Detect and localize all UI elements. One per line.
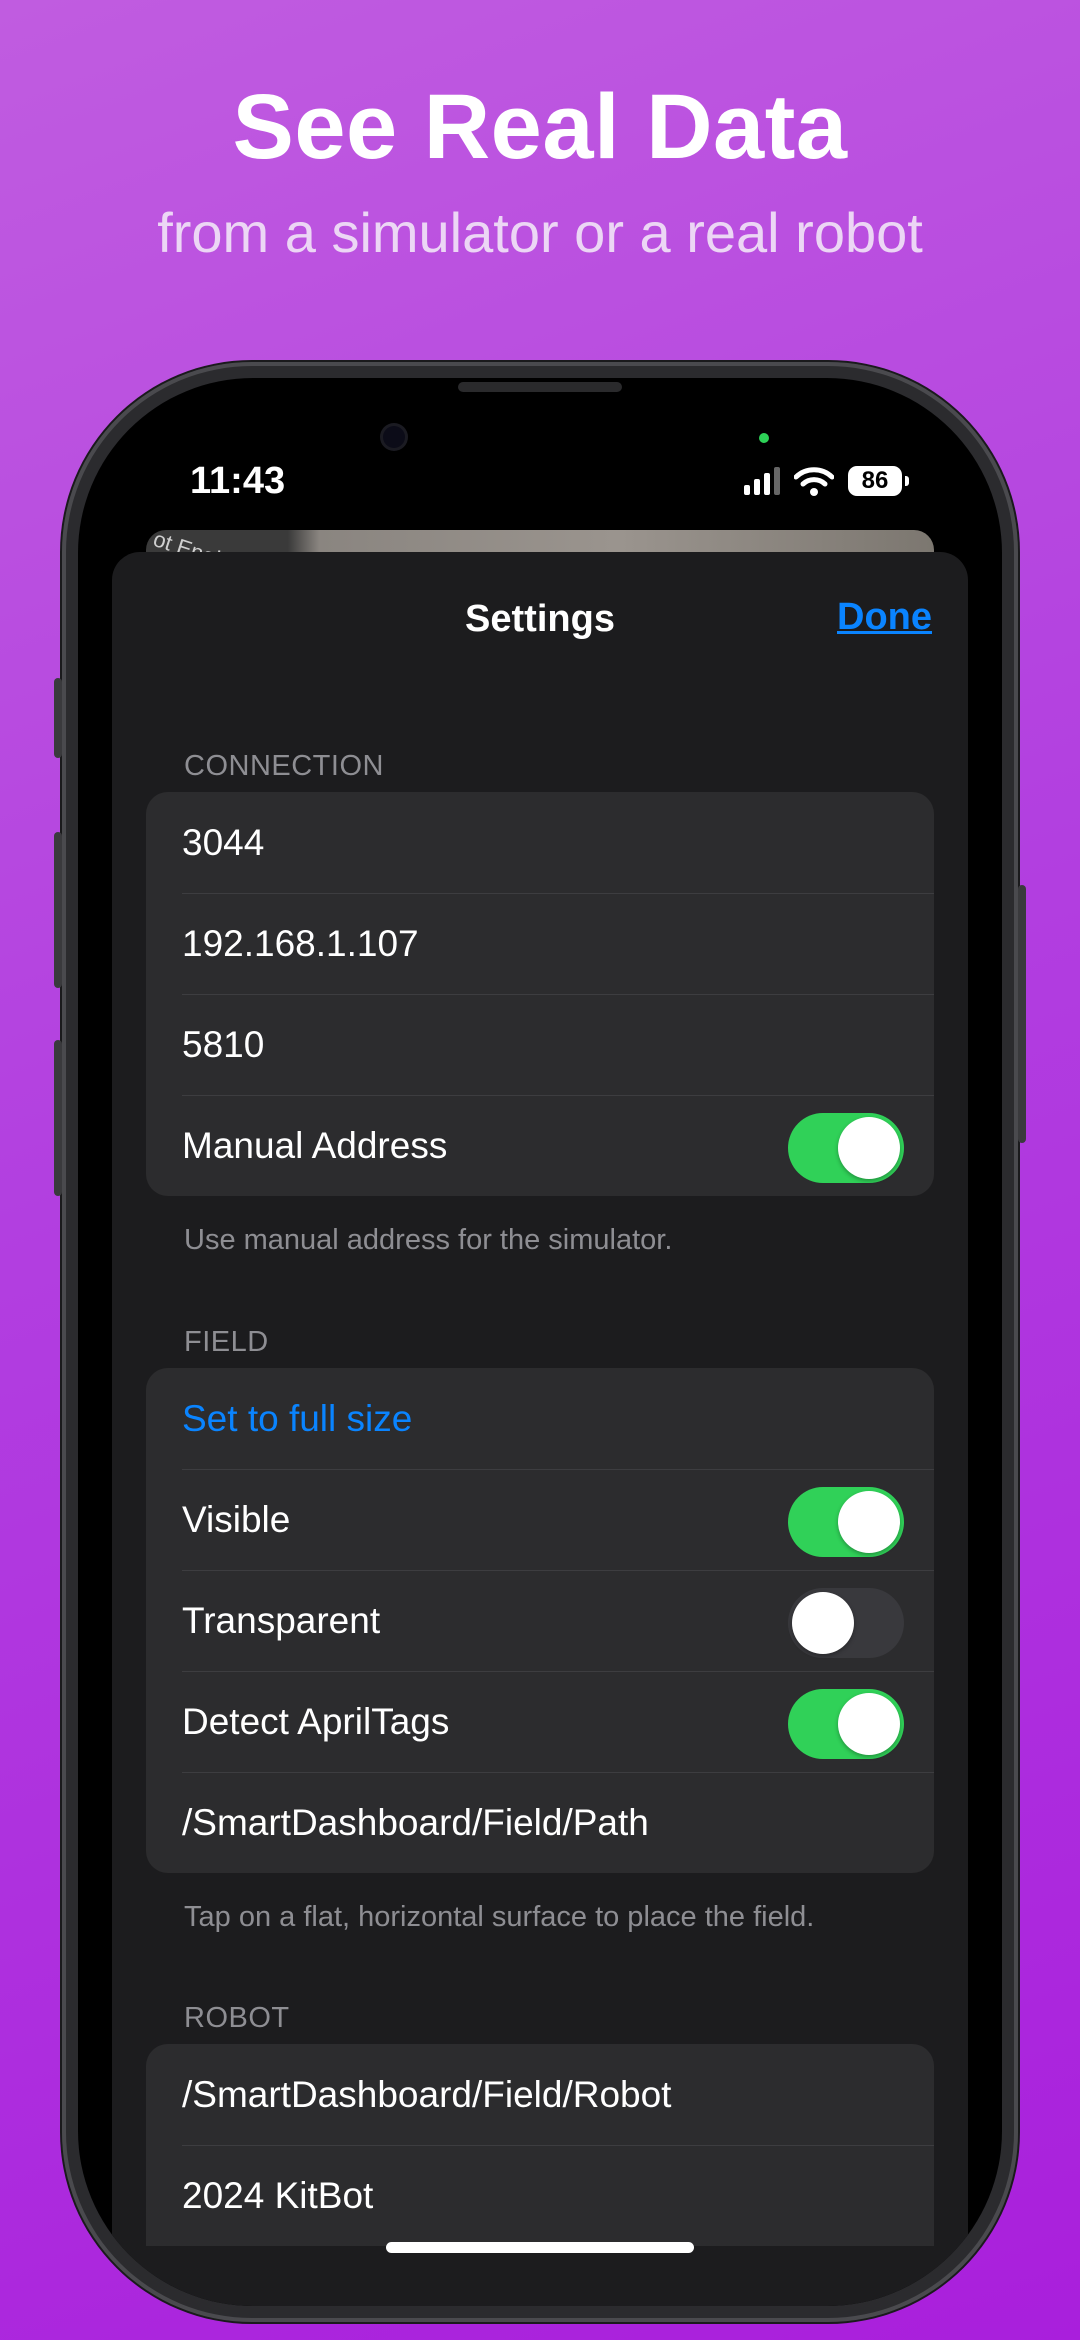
detect-apriltags-row: Detect AprilTags	[146, 1671, 934, 1772]
connection-group: 3044 192.168.1.107 5810 Manual Address	[146, 792, 934, 1196]
visible-row: Visible	[146, 1469, 934, 1570]
team-number-value: 3044	[182, 821, 265, 863]
visible-label: Visible	[182, 1498, 291, 1540]
toggle-knob	[792, 1592, 854, 1654]
set-full-size-button[interactable]: Set to full size	[146, 1368, 934, 1469]
section-header-robot: ROBOT	[184, 2002, 290, 2034]
volume-down-button	[54, 1040, 62, 1196]
toggle-knob	[838, 1693, 900, 1755]
robot-group: /SmartDashboard/Field/Robot 2024 KitBot	[146, 2044, 934, 2246]
promo-headline: See Real Data	[232, 76, 848, 178]
path-topic-value: /SmartDashboard/Field/Path	[182, 1801, 649, 1843]
transparent-label: Transparent	[182, 1599, 381, 1641]
ip-address-value: 192.168.1.107	[182, 922, 419, 964]
section-header-field: FIELD	[184, 1326, 269, 1358]
robot-topic-field[interactable]: /SmartDashboard/Field/Robot	[146, 2044, 934, 2145]
manual-address-toggle[interactable]	[788, 1113, 904, 1183]
path-topic-field[interactable]: /SmartDashboard/Field/Path	[146, 1772, 934, 1873]
manual-address-row: Manual Address	[146, 1095, 934, 1196]
volume-up-button	[54, 832, 62, 988]
port-field[interactable]: 5810	[146, 994, 934, 1095]
detect-apriltags-toggle[interactable]	[788, 1689, 904, 1759]
robot-topic-value: /SmartDashboard/Field/Robot	[182, 2073, 672, 2115]
toggle-knob	[838, 1491, 900, 1553]
battery-level: 86	[861, 467, 889, 494]
transparent-toggle[interactable]	[788, 1588, 904, 1658]
transparent-row: Transparent	[146, 1570, 934, 1671]
front-camera	[383, 426, 405, 448]
field-group: Set to full size Visible Transparent Det…	[146, 1368, 934, 1873]
done-button[interactable]: Done	[837, 596, 932, 639]
detect-apriltags-label: Detect AprilTags	[182, 1700, 450, 1742]
team-number-field[interactable]: 3044	[146, 792, 934, 893]
promo-subheadline: from a simulator or a real robot	[157, 201, 923, 264]
ip-address-field[interactable]: 192.168.1.107	[146, 893, 934, 994]
connection-footer: Use manual address for the simulator.	[184, 1224, 673, 1256]
camera-in-use-indicator	[759, 433, 769, 443]
side-button	[1018, 885, 1026, 1143]
robot-model-value: 2024 KitBot	[182, 2174, 374, 2216]
port-value: 5810	[182, 1023, 265, 1065]
manual-address-label: Manual Address	[182, 1124, 448, 1166]
set-full-size-label: Set to full size	[182, 1397, 413, 1439]
section-header-connection: CONNECTION	[184, 750, 384, 782]
status-time: 11:43	[190, 460, 286, 502]
settings-sheet: Settings Done CONNECTION 3044 192.168.1.…	[112, 552, 968, 2306]
toggle-knob	[838, 1117, 900, 1179]
battery-icon: 86	[848, 466, 909, 496]
action-button	[54, 678, 62, 758]
status-icons: 86	[744, 464, 909, 498]
field-footer: Tap on a flat, horizontal surface to pla…	[184, 1901, 815, 1933]
home-indicator[interactable]	[386, 2242, 694, 2253]
phone-screen: 11:43 86 ot Enabl Settings Done CONNECTI…	[78, 378, 1002, 2306]
earpiece-speaker	[458, 382, 622, 392]
cellular-signal-icon	[744, 467, 780, 495]
wifi-icon	[794, 467, 834, 496]
visible-toggle[interactable]	[788, 1487, 904, 1557]
robot-model-row[interactable]: 2024 KitBot	[146, 2145, 934, 2246]
